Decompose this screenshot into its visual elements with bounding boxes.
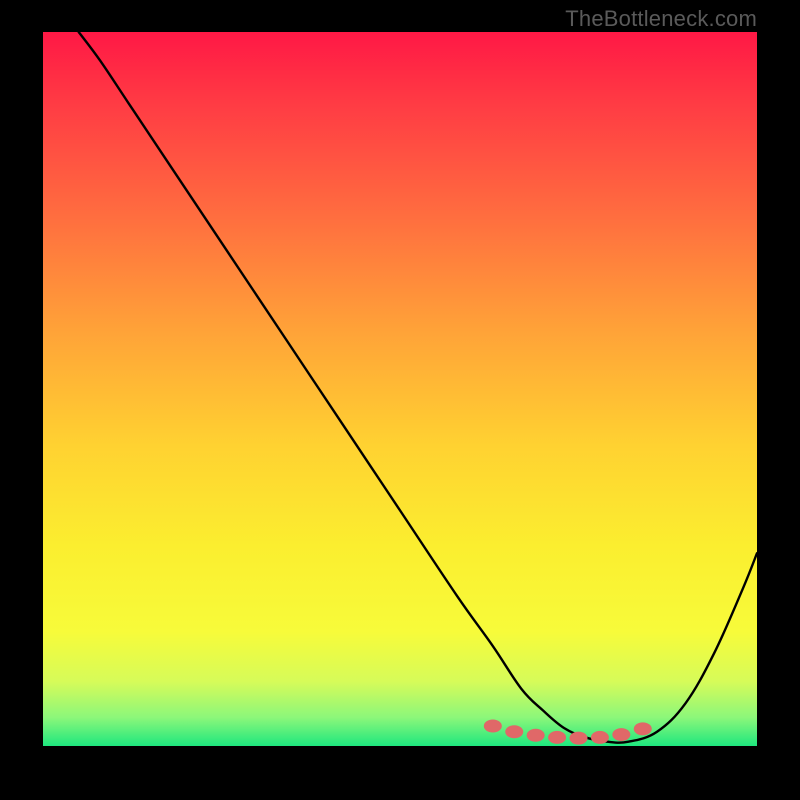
marker-point — [527, 729, 545, 742]
marker-point — [505, 725, 523, 738]
marker-point — [612, 728, 630, 741]
plot-area — [43, 32, 757, 746]
curve-svg — [43, 32, 757, 746]
marker-point — [570, 732, 588, 745]
marker-point — [548, 731, 566, 744]
chart-container: TheBottleneck.com — [0, 0, 800, 800]
marker-point — [591, 731, 609, 744]
marker-point — [634, 722, 652, 735]
attribution-label: TheBottleneck.com — [565, 6, 757, 32]
marker-point — [484, 720, 502, 733]
bottleneck-curve — [79, 32, 757, 743]
